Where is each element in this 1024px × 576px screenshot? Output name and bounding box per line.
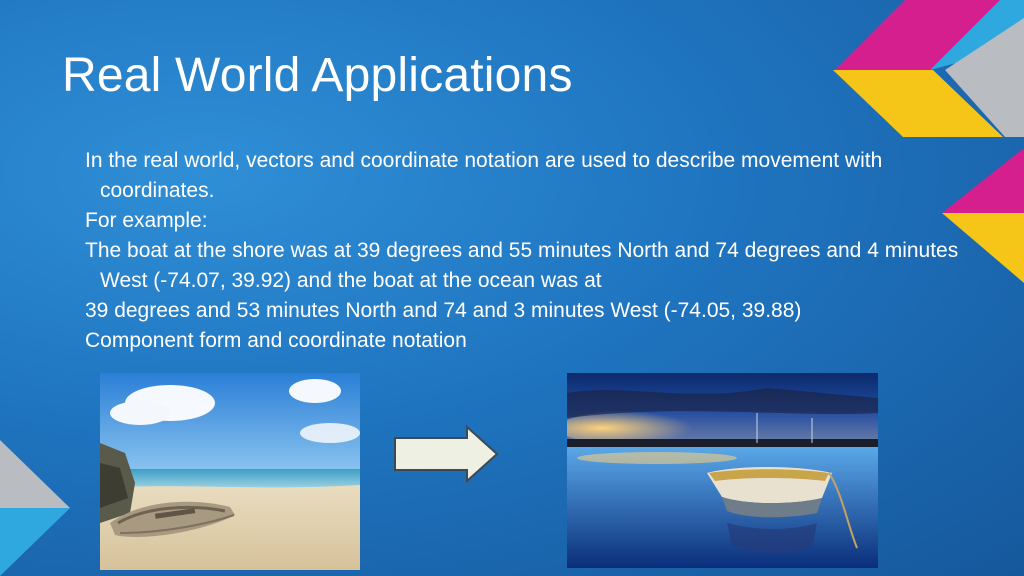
gray-triangle-bottom [0,440,70,508]
paragraph-notation: Component form and coordinate notation [85,329,467,352]
paragraph-ocean-boat: 39 degrees and 53 minutes North and 74 a… [85,299,802,322]
ocean-boat-photo [567,373,878,568]
paragraph-shore-boat: The boat at the shore was at 39 degrees … [85,239,959,292]
slide-title: Real World Applications [62,49,573,102]
cyan-triangle-bottom [0,508,70,576]
paragraph-intro: In the real world, vectors and coordinat… [85,149,883,202]
right-arrow-icon [394,425,499,483]
beach-boat-photo [100,373,360,570]
slide-body: In the real world, vectors and coordinat… [85,146,965,356]
paragraph-example: For example: [85,209,208,232]
slide: Real World Applications In the real worl… [0,0,1024,576]
